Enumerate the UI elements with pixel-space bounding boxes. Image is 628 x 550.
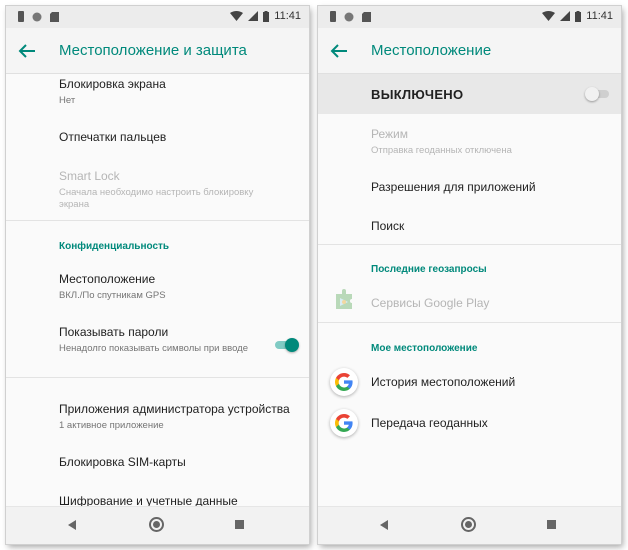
setting-title: Блокировка экрана	[59, 77, 166, 91]
divider	[6, 377, 309, 378]
setting-title: Режим	[371, 127, 408, 141]
nav-back-icon[interactable]	[68, 520, 76, 530]
toggle-thumb	[585, 87, 599, 101]
wifi-icon	[542, 11, 556, 21]
setting-device-admin[interactable]: Приложения администратора устройства 1 а…	[59, 402, 299, 432]
setting-app-permissions[interactable]: Разрешения для приложений	[371, 180, 611, 194]
sim-card-icon	[330, 11, 336, 22]
setting-sim-lock[interactable]: Блокировка SIM-карты	[59, 455, 299, 469]
nav-home-icon[interactable]	[149, 517, 164, 532]
back-arrow-icon[interactable]	[330, 43, 348, 59]
sd-card-icon	[362, 11, 371, 22]
app-bar: Местоположение и защита	[6, 28, 309, 74]
setting-screen-lock[interactable]: Блокировка экрана Нет	[59, 77, 299, 107]
clock: 11:41	[586, 10, 613, 22]
setting-summary: Ненадолго показывать символы при вводе	[59, 343, 248, 354]
setting-title: Разрешения для приложений	[371, 180, 536, 194]
nav-recents-icon[interactable]	[235, 520, 244, 529]
setting-title: Отпечатки пальцев	[59, 130, 167, 144]
divider	[318, 322, 621, 323]
navigation-bar	[318, 506, 621, 544]
setting-title: История местоположений	[371, 375, 516, 389]
setting-summary: Отправка геоданных отключена	[371, 145, 512, 156]
wifi-icon	[230, 11, 244, 21]
setting-location[interactable]: Местоположение ВКЛ./По спутникам GPS	[59, 272, 299, 302]
app-bar: Местоположение	[318, 28, 621, 74]
setting-location-sharing[interactable]: Передача геоданных	[371, 416, 611, 430]
setting-title: Приложения администратора устройства	[59, 402, 290, 416]
setting-location-history[interactable]: История местоположений	[371, 375, 611, 389]
nav-back-icon[interactable]	[380, 520, 388, 530]
nav-recents-icon[interactable]	[547, 520, 556, 529]
navigation-bar	[6, 506, 309, 544]
status-notifications	[18, 11, 59, 22]
signal-icon	[560, 11, 571, 21]
circle-status-icon	[344, 12, 354, 21]
phone-screen-location: 11:41 Местоположение ВЫКЛЮЧЕНО Режим Отп…	[318, 6, 621, 544]
clock: 11:41	[274, 10, 301, 22]
setting-title: Шифрование и учетные данные	[59, 494, 238, 506]
battery-icon	[575, 10, 582, 22]
nav-home-icon[interactable]	[461, 517, 476, 532]
divider	[318, 244, 621, 245]
status-notifications	[330, 11, 371, 22]
play-services-icon	[336, 289, 352, 309]
settings-list: ВЫКЛЮЧЕНО Режим Отправка геоданных отклю…	[318, 74, 621, 506]
battery-icon	[263, 10, 270, 22]
page-title: Местоположение и защита	[59, 42, 247, 59]
status-bar: 11:41	[6, 6, 309, 28]
signal-icon	[248, 11, 259, 21]
status-system: 11:41	[542, 10, 613, 22]
circle-status-icon	[32, 12, 42, 21]
google-icon	[330, 409, 358, 437]
setting-title: Показывать пароли	[59, 325, 169, 339]
setting-fingerprints[interactable]: Отпечатки пальцев	[59, 130, 299, 144]
setting-search[interactable]: Поиск	[371, 219, 611, 233]
setting-title: Сервисы Google Play	[371, 296, 490, 310]
setting-title: Передача геоданных	[371, 416, 488, 430]
setting-encryption[interactable]: Шифрование и учетные данные	[59, 494, 299, 506]
settings-list: Блокировка экрана Нет Отпечатки пальцев …	[6, 74, 309, 506]
toggle-thumb	[285, 338, 299, 352]
location-master-toggle[interactable]	[585, 87, 609, 101]
status-bar: 11:41	[318, 6, 621, 28]
setting-summary: Нет	[59, 95, 76, 106]
setting-title: Smart Lock	[59, 169, 120, 183]
master-switch-label: ВЫКЛЮЧЕНО	[371, 87, 464, 102]
divider	[6, 220, 309, 221]
setting-summary: ВКЛ./По спутникам GPS	[59, 290, 166, 301]
section-header-recent-requests: Последние геозапросы	[371, 264, 487, 275]
setting-show-passwords[interactable]: Показывать пароли Ненадолго показывать с…	[59, 325, 269, 355]
google-icon	[330, 368, 358, 396]
sd-card-icon	[50, 11, 59, 22]
setting-summary: 1 активное приложение	[59, 420, 164, 431]
sim-card-icon	[18, 11, 24, 22]
setting-title: Блокировка SIM-карты	[59, 455, 186, 469]
page-title: Местоположение	[371, 42, 492, 59]
section-header-my-location: Мое местоположение	[371, 343, 478, 354]
phone-screen-security: 11:41 Местоположение и защита Блокировка…	[6, 6, 309, 544]
setting-title: Местоположение	[59, 272, 156, 286]
setting-summary: Сначала необходимо настроить блокировку …	[59, 187, 254, 210]
back-arrow-icon[interactable]	[18, 43, 36, 59]
setting-smart-lock: Smart Lock Сначала необходимо настроить …	[59, 169, 299, 211]
section-header-privacy: Конфиденциальность	[59, 241, 170, 252]
setting-mode: Режим Отправка геоданных отключена	[371, 127, 611, 157]
status-system: 11:41	[230, 10, 301, 22]
setting-play-services: Сервисы Google Play	[371, 296, 611, 310]
setting-title: Поиск	[371, 219, 405, 233]
location-master-switch-bar[interactable]: ВЫКЛЮЧЕНО	[318, 74, 621, 114]
show-passwords-toggle[interactable]	[275, 338, 299, 352]
